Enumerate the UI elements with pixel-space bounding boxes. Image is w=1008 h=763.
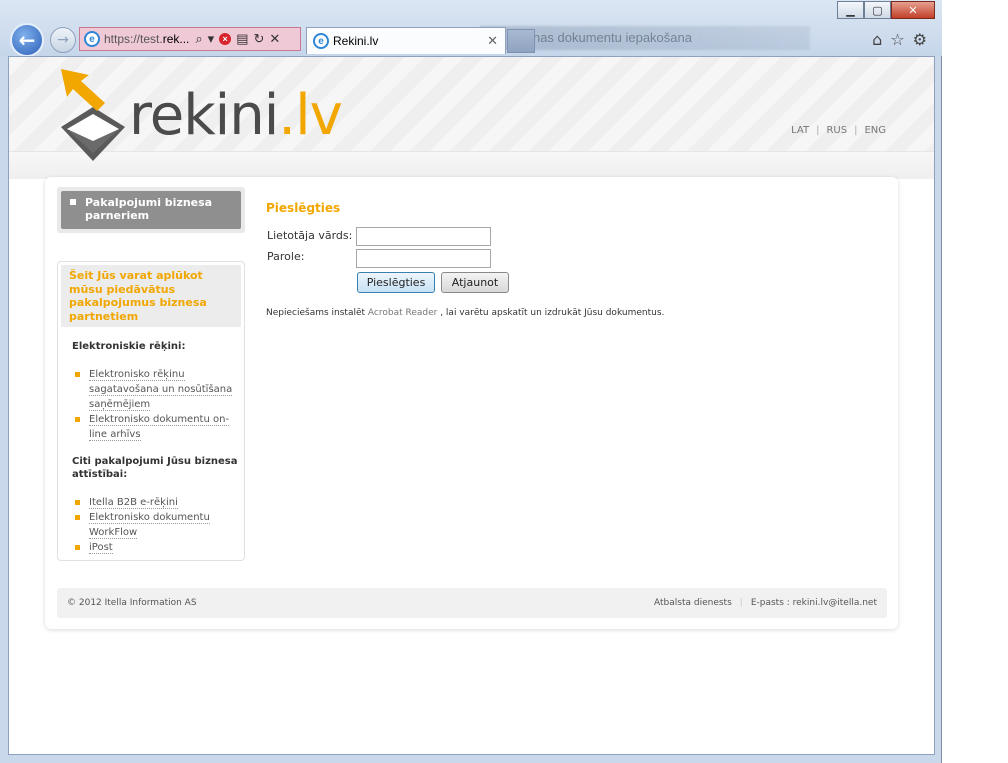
lang-eng-link[interactable]: ENG (864, 125, 886, 136)
refresh-icon[interactable]: ↻ (253, 31, 264, 47)
service-link[interactable]: Elektronisko rēķinu sagatavošana un nosū… (89, 369, 233, 411)
section-heading-other-services: Citi pakalpojumi Jūsu biznesa attīstībai… (72, 456, 238, 480)
logo-main-text: rekini (129, 83, 279, 148)
lang-separator: | (816, 125, 820, 136)
acrobat-notice: Nepieciešams instalēt Acrobat Reader , l… (266, 308, 664, 318)
einvoice-service-list: Elektronisko rēķinu sagatavošana un nosū… (74, 367, 244, 442)
address-url-prefix: https://test. (104, 32, 163, 46)
footer-separator: | (739, 598, 743, 608)
page-viewport: rekini.lv LAT | RUS | ENG Pakalpojumi bi… (8, 56, 935, 755)
login-button[interactable]: Pieslēgties (357, 272, 435, 293)
address-url[interactable]: https://test.rek... (104, 32, 189, 46)
background-window-title: Jaunas dokumentu iepakošana (512, 30, 692, 45)
site-logo[interactable]: rekini.lv (55, 69, 375, 164)
tab-close-icon[interactable]: ✕ (487, 33, 498, 49)
ie-page-icon: e (84, 31, 100, 47)
service-link[interactable]: Elektronisko dokumentu on-line arhīvs (89, 414, 230, 441)
sidebar-services-box: Šeit Jūs varat aplūkot mūsu piedāvātus p… (57, 261, 245, 561)
sidebar-item-label: Pakalpojumi biznesa parneriem (85, 196, 213, 222)
password-input[interactable] (356, 249, 491, 268)
lang-rus-link[interactable]: RUS (826, 125, 847, 136)
list-item[interactable]: Elektronisko rēķinu sagatavošana un nosū… (74, 367, 244, 412)
settings-gear-icon[interactable]: ⚙ (913, 30, 927, 49)
close-window-button[interactable]: ✕ (891, 1, 935, 19)
back-arrow-icon: ← (18, 28, 36, 52)
forward-button[interactable]: → (50, 27, 76, 53)
service-link[interactable]: iPost (89, 542, 113, 554)
sidebar-promo: Šeit Jūs varat aplūkot mūsu piedāvātus p… (61, 265, 241, 327)
site-footer: © 2012 Itella Information AS Atbalsta di… (57, 588, 887, 618)
section-heading-einvoices: Elektroniskie rēķini: (72, 341, 186, 352)
dropdown-icon[interactable]: ▾ (208, 31, 215, 47)
browser-toolbar-icons: ⌂ ☆ ⚙ (872, 30, 927, 49)
logo-text: rekini.lv (129, 83, 343, 148)
username-input[interactable] (356, 227, 491, 246)
content-box: Pakalpojumi biznesa parneriem Šeit Jūs v… (45, 177, 898, 629)
notice-text: Nepieciešams instalēt (266, 308, 368, 318)
stop-icon[interactable]: ✕ (269, 31, 280, 47)
password-label: Parole: (267, 250, 305, 263)
maximize-button[interactable]: ▢ (864, 1, 891, 19)
home-icon[interactable]: ⌂ (872, 30, 882, 49)
favorites-star-icon[interactable]: ☆ (890, 30, 904, 49)
tab-rekini[interactable]: e Rekini.lv ✕ (306, 27, 506, 54)
notice-text: , lai varētu apskatīt un izdrukāt Jūsu d… (437, 308, 665, 318)
address-tools: ⌕ ▾ × ▤ ↻ ✕ (195, 31, 280, 47)
lang-separator: | (854, 125, 858, 136)
service-link[interactable]: Elektronisko dokumentu WorkFlow (89, 512, 210, 539)
tab-title: Rekini.lv (333, 34, 379, 48)
window-controls: ▁ ▢ ✕ (837, 1, 935, 19)
other-service-list: Itella B2B e-rēķini Elektronisko dokumen… (74, 495, 244, 555)
browser-window: Jaunas dokumentu iepakošana ▁ ▢ ✕ ← → e … (0, 0, 942, 763)
certificate-error-icon[interactable]: × (219, 33, 232, 45)
search-icon[interactable]: ⌕ (195, 31, 202, 47)
lang-lat-link[interactable]: LAT (791, 125, 809, 136)
sidebar-item-partner-services[interactable]: Pakalpojumi biznesa parneriem (61, 191, 241, 229)
acrobat-reader-link[interactable]: Acrobat Reader (368, 308, 437, 318)
new-tab-button[interactable] (507, 29, 535, 53)
minimize-button[interactable]: ▁ (837, 1, 864, 19)
ie-tab-icon: e (313, 33, 329, 49)
email-link[interactable]: E-pasts : rekini.lv@itella.net (751, 598, 877, 608)
address-url-domain: rek... (162, 32, 190, 46)
username-label: Lietotāja vārds: (267, 229, 353, 242)
reset-button[interactable]: Atjaunot (441, 272, 509, 293)
list-item[interactable]: Elektronisko dokumentu on-line arhīvs (74, 412, 244, 442)
forward-arrow-icon: → (57, 32, 69, 48)
support-link[interactable]: Atbalsta dienests (654, 598, 732, 608)
service-link[interactable]: Itella B2B e-rēķini (89, 497, 178, 509)
language-switcher: LAT | RUS | ENG (791, 125, 886, 136)
copyright-text: © 2012 Itella Information AS (67, 598, 197, 608)
envelope-arrow-icon (61, 69, 125, 161)
list-item[interactable]: Itella B2B e-rēķini (74, 495, 244, 510)
address-bar[interactable]: e https://test.rek... ⌕ ▾ × ▤ ↻ ✕ (79, 27, 301, 51)
sidebar-top-menu: Pakalpojumi biznesa parneriem (57, 187, 245, 233)
compatibility-view-icon[interactable]: ▤ (236, 31, 248, 47)
list-item[interactable]: iPost (74, 540, 244, 555)
bullet-square-icon (70, 199, 76, 205)
list-item[interactable]: Elektronisko dokumentu WorkFlow (74, 510, 244, 540)
login-title: Pieslēgties (266, 201, 341, 215)
logo-domain-text: .lv (278, 83, 342, 148)
back-button[interactable]: ← (10, 23, 44, 57)
footer-links: Atbalsta dienests | E-pasts : rekini.lv@… (654, 598, 877, 608)
